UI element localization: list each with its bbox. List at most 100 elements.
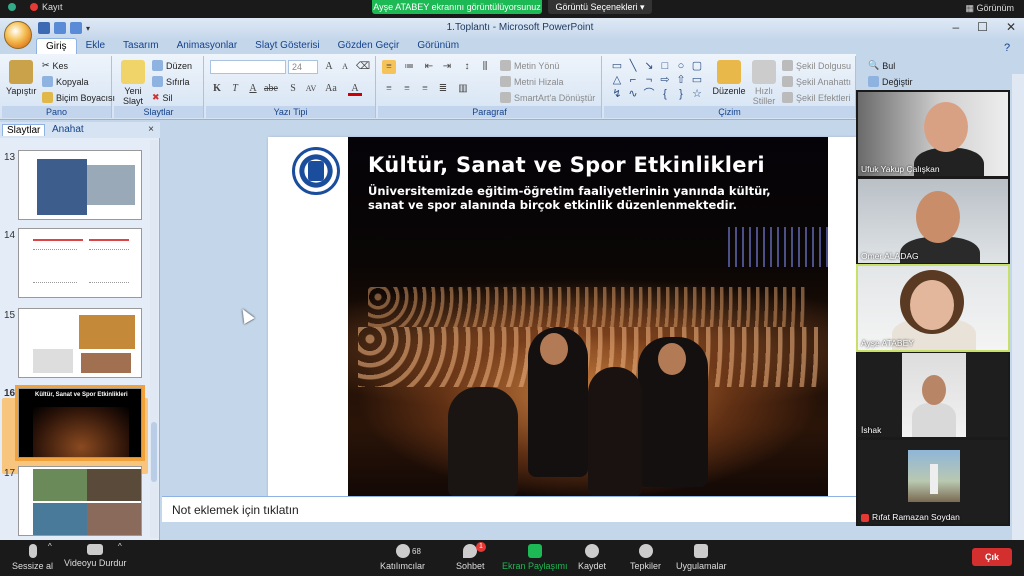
find-button[interactable]: 🔍 Bul <box>868 60 895 71</box>
shape-elbow-icon[interactable]: ⌐ <box>626 74 640 86</box>
shape-triangle-icon[interactable]: △ <box>610 74 624 86</box>
justify-icon[interactable]: ≣ <box>436 82 450 96</box>
maximize-button[interactable]: ☐ <box>977 20 988 34</box>
shape-arc-icon[interactable]: ⌒ <box>642 88 656 100</box>
participant-tile[interactable]: Rıfat Ramazan Soydan <box>858 440 1008 524</box>
decrease-indent-icon[interactable]: ⇤ <box>422 60 436 74</box>
tab-slides-panel[interactable]: Slaytlar <box>2 124 46 136</box>
shape-brace-icon[interactable]: { <box>658 88 672 100</box>
replace-button[interactable]: Değiştir <box>868 76 913 87</box>
shape-curve-icon[interactable]: ↯ <box>610 88 624 100</box>
shape-brace2-icon[interactable]: } <box>674 88 688 100</box>
minimize-button[interactable]: – <box>952 20 959 34</box>
shape-line-icon[interactable]: ╲ <box>626 60 640 72</box>
shapes-gallery[interactable]: ▭ ╲ ↘ □ ○ ▢ △ ⌐ ¬ ⇨ ⇧ ▭ ↯ ∿ ⌒{} ☆ <box>610 60 704 100</box>
delete-slide-button[interactable]: ✖ Sil <box>152 92 173 103</box>
slide-thumb-14[interactable] <box>18 228 142 298</box>
panel-scroll-thumb[interactable] <box>151 422 157 482</box>
leave-meeting-button[interactable]: Çık <box>972 548 1012 566</box>
office-button[interactable] <box>4 21 32 49</box>
shape-outline-button[interactable]: Şekil Anahattı <box>782 76 851 87</box>
video-options-chevron-icon[interactable]: ^ <box>118 542 122 551</box>
shape-arrow-line-icon[interactable]: ↘ <box>642 60 656 72</box>
panel-close-icon[interactable]: × <box>148 124 154 135</box>
participant-tile[interactable]: Ufuk Yakup Çalışkan <box>858 92 1008 176</box>
slide-subtitle[interactable]: Üniversitemizde eğitim-öğretim faaliyetl… <box>368 184 808 212</box>
slide-thumb-17[interactable] <box>18 466 142 536</box>
view-toggle-button[interactable]: ▦ Görünüm <box>965 3 1014 14</box>
share-screen-button[interactable]: Ekran Paylaşımı <box>502 544 568 571</box>
slide-title[interactable]: Kültür, Sanat ve Spor Etkinlikleri <box>368 153 808 177</box>
help-icon[interactable]: ? <box>1004 42 1010 54</box>
underline-icon[interactable]: A <box>246 82 260 96</box>
columns-icon[interactable]: ⫼ <box>478 60 492 74</box>
format-painter-button[interactable]: Biçim Boyacısı <box>42 92 115 103</box>
align-left-icon[interactable]: ≡ <box>382 82 396 96</box>
shape-fill-button[interactable]: Şekil Dolgusu <box>782 60 851 71</box>
copy-button[interactable]: Kopyala <box>42 76 89 87</box>
tab-design[interactable]: Tasarım <box>114 38 168 54</box>
shape-rect-icon[interactable]: □ <box>658 60 672 72</box>
record-button[interactable]: Kaydet <box>578 544 606 571</box>
slide-thumb-15[interactable] <box>18 308 142 378</box>
shadow-icon[interactable]: S <box>286 82 300 96</box>
cut-button[interactable]: ✂ Kes <box>42 60 68 71</box>
strikethrough-icon[interactable]: abe <box>264 82 278 96</box>
audio-options-chevron-icon[interactable]: ^ <box>48 542 52 551</box>
save-icon[interactable] <box>38 22 50 34</box>
shape-rectangle-icon[interactable]: ▭ <box>610 60 624 72</box>
participant-tile-active-speaker[interactable]: Ayşe ATABEY <box>856 264 1010 352</box>
tab-slide-show[interactable]: Slayt Gösterisi <box>246 38 328 54</box>
view-options-button[interactable]: Görüntü Seçenekleri ▾ <box>548 0 652 14</box>
bold-icon[interactable]: K <box>210 82 224 96</box>
shape-oval-icon[interactable]: ○ <box>674 60 688 72</box>
reactions-button[interactable]: Tepkiler <box>630 544 661 571</box>
smartart-button[interactable]: SmartArt'a Dönüştür <box>500 92 595 103</box>
participant-tile[interactable]: Omer ALADAG <box>858 179 1008 263</box>
redo-icon[interactable] <box>70 22 82 34</box>
font-name-input[interactable] <box>210 60 286 74</box>
tab-outline-panel[interactable]: Anahat <box>48 124 88 135</box>
participant-tile[interactable]: İshak <box>858 353 1008 437</box>
close-button[interactable]: ✕ <box>1006 20 1016 34</box>
shape-effects-button[interactable]: Şekil Efektleri <box>782 92 851 103</box>
text-direction-button[interactable]: Metin Yönü <box>500 60 559 71</box>
undo-icon[interactable] <box>54 22 66 34</box>
arrange-button[interactable]: Düzenle <box>712 60 746 96</box>
grow-font-icon[interactable]: A <box>322 60 336 74</box>
new-slide-button[interactable]: Yeni Slayt <box>118 60 148 106</box>
shape-right-arrow-icon[interactable]: ⇨ <box>658 74 672 86</box>
main-scrollbar[interactable] <box>1012 74 1024 540</box>
apps-button[interactable]: Uygulamalar <box>676 544 727 571</box>
shape-star-icon[interactable]: ☆ <box>690 88 704 100</box>
slide-thumb-16[interactable]: Kültür, Sanat ve Spor Etkinlikleri <box>15 385 145 461</box>
numbering-icon[interactable]: ≔ <box>402 60 416 74</box>
align-right-icon[interactable]: ≡ <box>418 82 432 96</box>
tab-review[interactable]: Gözden Geçir <box>329 38 409 54</box>
align-center-icon[interactable]: ≡ <box>400 82 414 96</box>
tab-insert[interactable]: Ekle <box>77 38 114 54</box>
shrink-font-icon[interactable]: A <box>338 60 352 74</box>
notes-pane[interactable]: Not eklemek için tıklatın <box>162 496 856 522</box>
layout-button[interactable]: Düzen <box>152 60 192 71</box>
tab-home[interactable]: Giriş <box>36 38 77 54</box>
line-spacing-icon[interactable]: ↕ <box>460 60 474 74</box>
shape-elbow2-icon[interactable]: ¬ <box>642 74 656 86</box>
case-icon[interactable]: Aa <box>324 82 338 96</box>
columns-layout-icon[interactable]: ▥ <box>456 82 470 96</box>
shape-rect2-icon[interactable]: ▭ <box>690 74 704 86</box>
clear-format-icon[interactable]: ⌫ <box>356 60 370 74</box>
reset-button[interactable]: Sıfırla <box>152 76 190 87</box>
quick-styles-button[interactable]: Hızlı Stiller <box>750 60 778 106</box>
security-shield-icon[interactable] <box>8 3 16 11</box>
shape-up-arrow-icon[interactable]: ⇧ <box>674 74 688 86</box>
paste-button[interactable]: Yapıştır <box>6 60 36 96</box>
shape-rounded-icon[interactable]: ▢ <box>690 60 704 72</box>
tab-animations[interactable]: Animasyonlar <box>168 38 247 54</box>
bullets-icon[interactable]: ≡ <box>382 60 396 74</box>
align-text-button[interactable]: Metni Hizala <box>500 76 564 87</box>
mute-button[interactable]: Sessize al <box>12 544 53 571</box>
current-slide[interactable]: Kültür, Sanat ve Spor Etkinlikleri Ünive… <box>268 137 856 499</box>
font-color-icon[interactable]: A <box>348 82 362 96</box>
slide-thumb-13[interactable] <box>18 150 142 220</box>
